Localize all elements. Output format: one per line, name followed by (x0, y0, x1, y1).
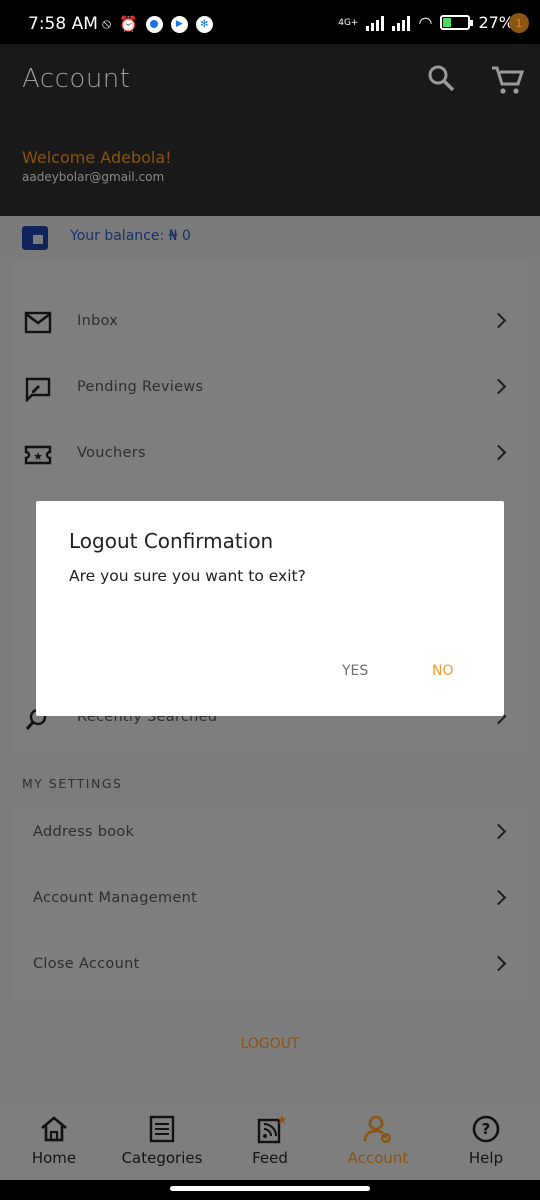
menu-item-label: Vouchers (77, 445, 146, 461)
cart-icon[interactable] (490, 64, 524, 96)
search-icon[interactable] (427, 64, 455, 92)
menu-item-inbox[interactable]: Inbox (12, 294, 529, 354)
feed-icon: ★ (257, 1114, 286, 1144)
signal-icon (366, 15, 385, 31)
menu-item-pending-reviews[interactable]: Pending Reviews (12, 360, 529, 420)
svg-text:?: ? (482, 1120, 491, 1138)
wifi-icon: ◠ (418, 13, 433, 32)
yes-button[interactable]: YES (342, 663, 368, 679)
vibrate-icon: ⦸ (102, 16, 112, 32)
nav-label: Help (468, 1149, 504, 1167)
notification-icons: ⦸ ⏰ ▶ ✻ (102, 15, 213, 33)
chevron-right-icon (493, 955, 505, 973)
account-header: Account Welcome Adebola! aadeybolar@gmai… (0, 44, 540, 216)
logout-button[interactable]: LOGOUT (0, 1036, 540, 1052)
settings-item-close-account[interactable]: Close Account (12, 937, 529, 997)
menu-item-vouchers[interactable]: ★ Vouchers (12, 426, 529, 486)
nav-label: Home (31, 1149, 77, 1167)
settings-card: Address book Account Management Close Ac… (12, 803, 529, 999)
balance-text: Your balance: ₦ 0 (70, 228, 191, 244)
dialog-title: Logout Confirmation (69, 529, 274, 553)
list-icon (149, 1115, 175, 1143)
menu-item-label: Inbox (77, 313, 119, 329)
nav-feed[interactable]: ★ Feed (216, 1100, 324, 1180)
ticket-icon: ★ (24, 445, 52, 465)
home-icon (41, 1116, 67, 1142)
nav-label: Account (347, 1149, 409, 1167)
settings-item-label: Address book (33, 824, 135, 840)
dialog-message: Are you sure you want to exit? (69, 567, 306, 585)
chevron-right-icon (493, 444, 505, 462)
nav-home[interactable]: Home (0, 1100, 108, 1180)
status-bar: 7:58 AM ⦸ ⏰ ▶ ✻ 4G+ ◠ 27% (0, 0, 540, 44)
battery-icon (440, 15, 474, 30)
nav-help[interactable]: ? Help (432, 1100, 540, 1180)
settings-item-account-management[interactable]: Account Management (12, 871, 529, 931)
settings-item-address-book[interactable]: Address book (12, 805, 529, 865)
settings-app-icon: ✻ (195, 15, 213, 33)
nav-categories[interactable]: Categories (108, 1100, 216, 1180)
settings-item-label: Close Account (33, 956, 140, 972)
account-icon (363, 1115, 391, 1143)
home-indicator[interactable] (0, 1180, 540, 1200)
phone-app-icon (145, 15, 163, 33)
nav-label: Categories (121, 1149, 203, 1167)
help-icon: ? (472, 1115, 500, 1143)
settings-heading: MY SETTINGS (22, 776, 123, 791)
balance-bar: Your balance: ₦ 0 (0, 216, 540, 258)
chevron-right-icon (493, 312, 505, 330)
bottom-nav: Home Categories ★ Feed Account ? Help (0, 1100, 540, 1180)
svg-text:★: ★ (276, 1114, 286, 1128)
chevron-right-icon (493, 823, 505, 841)
welcome-text: Welcome Adebola! (22, 148, 172, 167)
settings-item-label: Account Management (33, 890, 198, 906)
logout-dialog: Logout Confirmation Are you sure you wan… (36, 501, 504, 716)
chevron-right-icon (493, 889, 505, 907)
signal-icon-2 (392, 15, 411, 31)
cart-badge: 1 (509, 13, 529, 33)
svg-text:★: ★ (33, 450, 43, 463)
page-title: Account (22, 64, 131, 94)
nav-label: Feed (252, 1149, 288, 1167)
alarm-icon: ⏰ (119, 15, 138, 33)
chevron-right-icon (493, 378, 505, 396)
no-button[interactable]: NO (432, 663, 454, 679)
review-icon (25, 377, 51, 402)
play-store-icon: ▶ (170, 15, 188, 33)
mail-icon (24, 311, 52, 334)
wallet-icon (22, 226, 48, 250)
menu-item-label: Pending Reviews (77, 379, 204, 395)
network-type: 4G+ (338, 17, 359, 28)
status-time: 7:58 AM (28, 14, 98, 34)
user-email: aadeybolar@gmail.com (22, 170, 165, 184)
nav-account[interactable]: Account (324, 1100, 432, 1180)
